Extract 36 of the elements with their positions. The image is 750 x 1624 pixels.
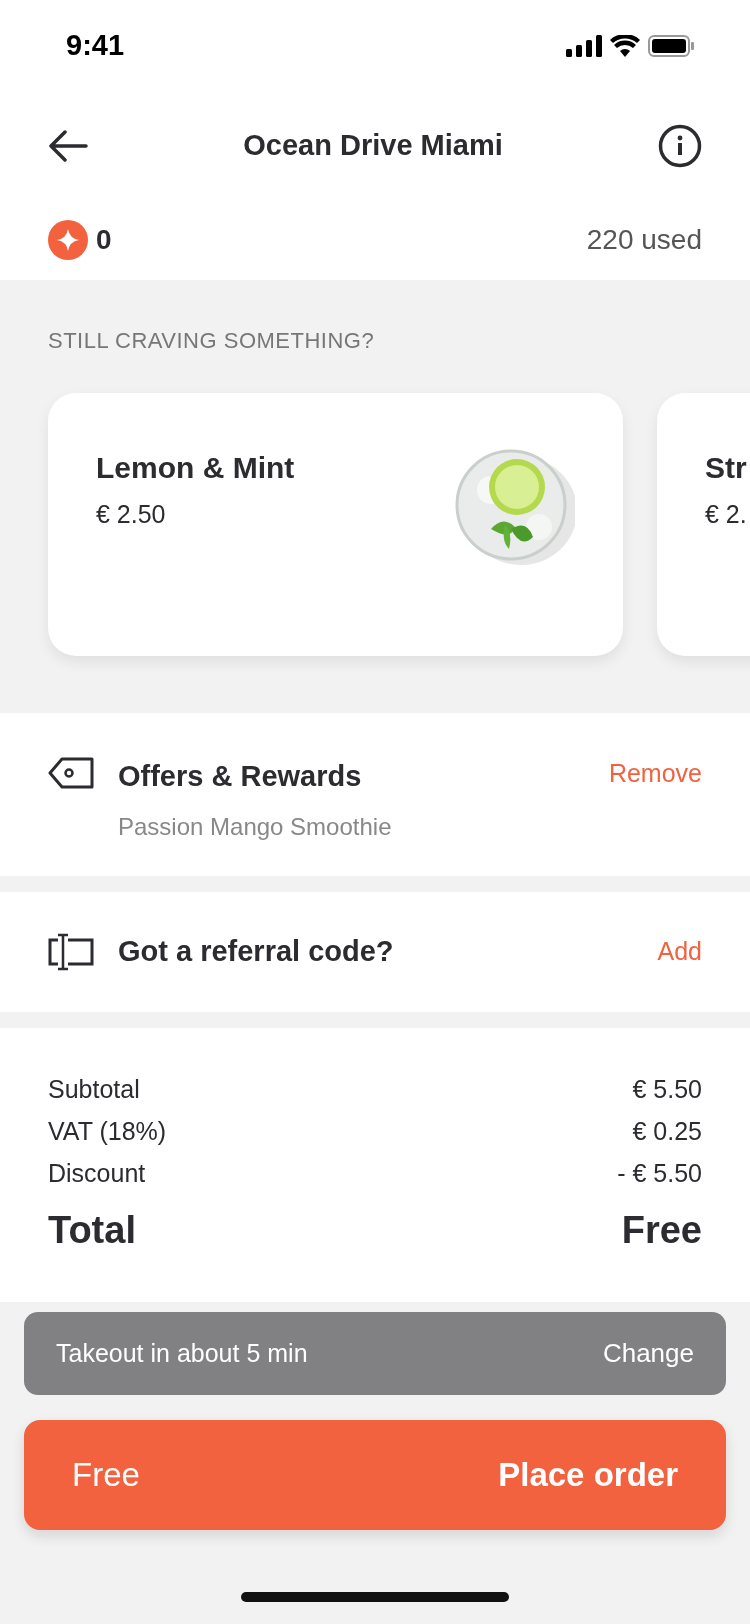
order-price: Free xyxy=(72,1455,140,1496)
tag-icon xyxy=(48,757,94,789)
row-title: Got a referral code? xyxy=(118,934,394,970)
battery-icon xyxy=(648,35,694,57)
wifi-icon xyxy=(610,35,640,57)
back-arrow-icon[interactable] xyxy=(48,130,88,162)
total-label: Total xyxy=(48,1208,136,1253)
summary-label: Discount xyxy=(48,1158,146,1189)
summary-label: Subtotal xyxy=(48,1074,140,1105)
remove-link[interactable]: Remove xyxy=(608,755,702,793)
product-card[interactable]: Str € 2. xyxy=(657,393,750,656)
text-field-icon xyxy=(48,932,94,972)
row-title: Offers & Rewards xyxy=(118,759,363,794)
points-balance: 0 xyxy=(96,223,112,257)
row-subtitle: Passion Mango Smoothie xyxy=(118,811,392,842)
product-name: Str xyxy=(705,450,747,486)
points-used: 220 used xyxy=(586,223,702,257)
info-icon[interactable] xyxy=(658,124,702,168)
page-title: Ocean Drive Miami xyxy=(243,128,503,164)
section-heading: STILL CRAVING SOMETHING? xyxy=(48,327,376,355)
change-button[interactable]: Change xyxy=(602,1334,694,1373)
place-order-button[interactable]: Free Place order xyxy=(24,1420,726,1530)
add-link[interactable]: Add xyxy=(657,933,702,971)
signal-icon xyxy=(566,35,602,57)
summary-label: VAT (18%) xyxy=(48,1116,167,1147)
product-price: € 2.50 xyxy=(96,499,167,530)
total-value: Free xyxy=(621,1208,702,1253)
product-card[interactable]: Lemon & Mint € 2.50 xyxy=(48,393,623,656)
summary-value: € 5.50 xyxy=(632,1074,702,1105)
product-name: Lemon & Mint xyxy=(96,450,295,486)
clock-time: 9:41 xyxy=(66,28,125,64)
sparkle-badge-icon xyxy=(48,220,88,260)
summary-value: € 0.25 xyxy=(632,1116,702,1147)
summary-value: - € 5.50 xyxy=(617,1158,702,1189)
pickup-time: Takeout in about 5 min xyxy=(56,1337,308,1369)
product-price: € 2. xyxy=(705,499,747,530)
